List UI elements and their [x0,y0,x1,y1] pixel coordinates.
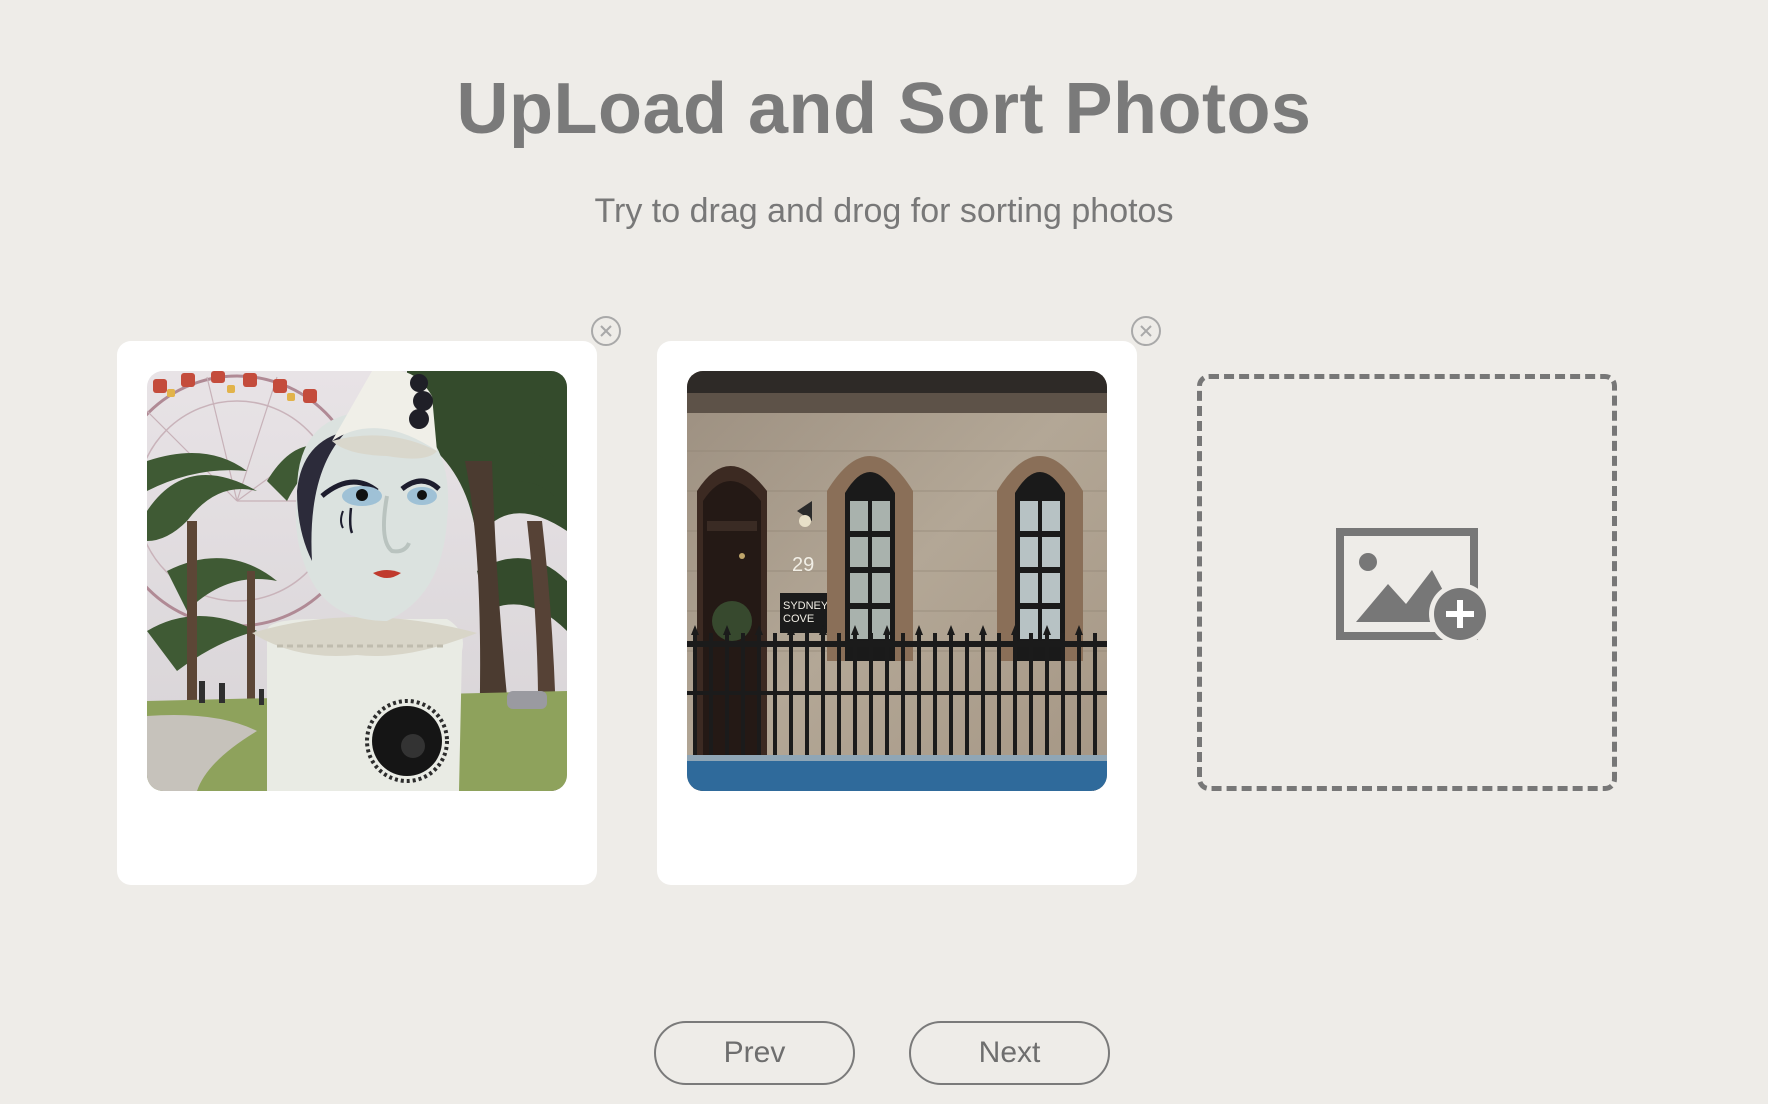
photo-card-2[interactable]: 29 SYDNEY COVE [657,316,1161,885]
remove-photo-2-button[interactable] [1131,316,1161,346]
photo-sandstone-building: 29 SYDNEY COVE [687,371,1107,791]
page-subtitle: Try to drag and drog for sorting photos [594,192,1174,230]
photo-upload-page: UpLoad and Sort Photos Try to drag and d… [0,0,1768,1104]
next-button[interactable]: Next [909,1021,1110,1085]
add-photo-dropzone[interactable] [1197,374,1617,791]
photo-card-1[interactable] [117,316,621,885]
close-icon [600,325,612,337]
add-image-icon [1336,528,1491,645]
page-title: UpLoad and Sort Photos [456,69,1312,149]
photo-clown-statue [147,371,567,791]
svg-text:29: 29 [792,554,814,576]
sandstone-building-image: 29 SYDNEY COVE [687,371,1107,791]
svg-text:SYDNEY: SYDNEY [783,600,829,612]
remove-photo-1-button[interactable] [591,316,621,346]
svg-text:COVE: COVE [783,613,814,625]
close-icon [1140,325,1152,337]
prev-button[interactable]: Prev [654,1021,855,1085]
clown-statue-image [147,371,567,791]
